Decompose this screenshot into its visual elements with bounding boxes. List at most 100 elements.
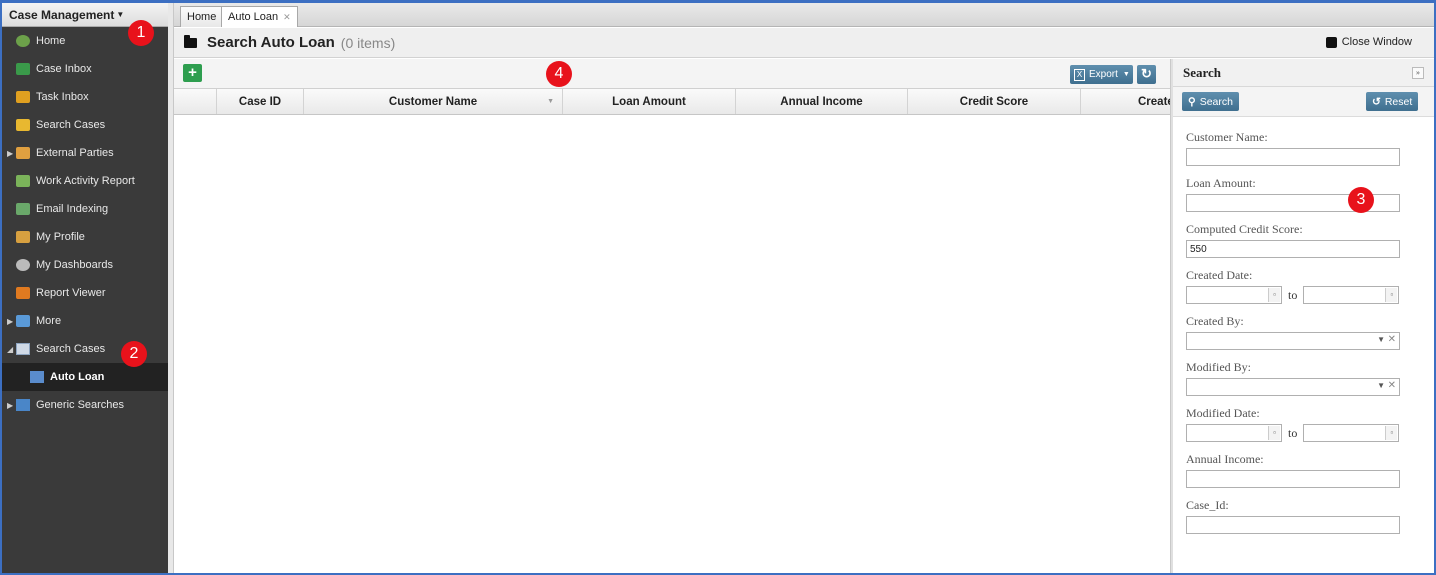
user-icon bbox=[16, 231, 30, 243]
export-button[interactable]: X Export ▼ bbox=[1070, 65, 1133, 84]
sidebar-item-label: External Parties bbox=[36, 147, 114, 159]
sidebar-item-external-parties[interactable]: ▶ External Parties bbox=[2, 139, 168, 167]
sidebar-item-generic-searches[interactable]: ▶ Generic Searches bbox=[2, 391, 168, 419]
tab-bar: Home Auto Loan ✕ bbox=[174, 3, 1434, 27]
sidebar-item-label: Report Viewer bbox=[36, 287, 106, 299]
column-label: Case ID bbox=[238, 96, 282, 108]
email-icon bbox=[16, 203, 30, 215]
column-loan-amount[interactable]: Loan Amount bbox=[563, 89, 736, 114]
sidebar-item-work-activity-report[interactable]: Work Activity Report bbox=[2, 167, 168, 195]
inbox-icon bbox=[16, 63, 30, 75]
calendar-icon[interactable]: ▫ bbox=[1268, 288, 1280, 302]
created-date-to[interactable]: ▫ bbox=[1303, 286, 1400, 304]
tab-label: Auto Loan bbox=[228, 11, 279, 23]
tree-expand-icon[interactable]: ▶ bbox=[7, 317, 13, 326]
modified-date-range: ▫ to ▫ bbox=[1186, 424, 1434, 442]
modified-date-to[interactable]: ▫ bbox=[1303, 424, 1400, 442]
item-count: (0 items) bbox=[340, 34, 396, 51]
modified-by-label: Modified By: bbox=[1186, 360, 1251, 374]
sidebar-item-case-inbox[interactable]: Case Inbox bbox=[2, 55, 168, 83]
column-label: Loan Amount bbox=[612, 96, 686, 108]
tree-expand-icon[interactable]: ▶ bbox=[7, 149, 13, 158]
sidebar-item-more[interactable]: ▶ More bbox=[2, 307, 168, 335]
sidebar-item-my-dashboards[interactable]: My Dashboards bbox=[2, 251, 168, 279]
callout-badge-1: 1 bbox=[128, 20, 154, 46]
clear-icon[interactable]: ✕ bbox=[1388, 334, 1396, 345]
sidebar-item-label: Case Inbox bbox=[36, 63, 92, 75]
grid-toolbar: + X Export ▼ ↻ bbox=[174, 59, 1170, 88]
tab-home[interactable]: Home bbox=[180, 6, 224, 27]
sidebar-item-report-viewer[interactable]: Report Viewer bbox=[2, 279, 168, 307]
reset-button-label: Reset bbox=[1384, 95, 1413, 108]
annual-income-input[interactable] bbox=[1186, 470, 1400, 488]
form-icon bbox=[30, 371, 44, 383]
sidebar-item-label: Search Cases bbox=[36, 343, 106, 355]
sidebar-item-label: Email Indexing bbox=[36, 203, 109, 215]
column-annual-income[interactable]: Annual Income bbox=[736, 89, 908, 114]
sidebar-item-label: Search Cases bbox=[36, 119, 106, 131]
credit-score-input[interactable] bbox=[1186, 240, 1400, 258]
sidebar-item-email-indexing[interactable]: Email Indexing bbox=[2, 195, 168, 223]
to-label: to bbox=[1288, 287, 1298, 302]
customer-name-input[interactable] bbox=[1186, 148, 1400, 166]
collapse-panel-icon[interactable]: » bbox=[1412, 67, 1424, 79]
created-date-from[interactable]: ▫ bbox=[1186, 286, 1282, 304]
modified-by-select[interactable]: ▼ ✕ bbox=[1186, 378, 1400, 396]
column-created[interactable]: Created bbox=[1081, 89, 1170, 114]
customer-name-label: Customer Name: bbox=[1186, 130, 1268, 144]
column-select[interactable] bbox=[174, 89, 217, 114]
calendar-icon[interactable]: ▫ bbox=[1385, 426, 1398, 440]
column-credit-score[interactable]: Credit Score bbox=[908, 89, 1081, 114]
sidebar-item-label: More bbox=[36, 315, 62, 327]
grid-body bbox=[174, 115, 1170, 573]
created-date-range: ▫ to ▫ bbox=[1186, 286, 1434, 304]
created-by-select[interactable]: ▼ ✕ bbox=[1186, 332, 1400, 350]
report-icon bbox=[16, 287, 30, 299]
tab-auto-loan[interactable]: Auto Loan ✕ bbox=[221, 6, 298, 27]
magnifier-icon: ⚲ bbox=[1188, 95, 1196, 108]
chevron-down-icon[interactable]: ▼ bbox=[1377, 381, 1385, 390]
sort-icon[interactable]: ▼ bbox=[547, 98, 554, 105]
loan-amount-label: Loan Amount: bbox=[1186, 176, 1256, 190]
calendar-icon[interactable]: ▫ bbox=[1268, 426, 1280, 440]
caret-down-icon: ▼ bbox=[1122, 71, 1130, 78]
clear-icon[interactable]: ✕ bbox=[1388, 380, 1396, 391]
sidebar-item-task-inbox[interactable]: Task Inbox bbox=[2, 83, 168, 111]
code-icon bbox=[16, 315, 30, 327]
export-label: Export bbox=[1089, 69, 1118, 80]
chart-icon bbox=[16, 399, 30, 411]
sidebar-header-label: Case Management bbox=[9, 7, 115, 22]
sidebar-item-auto-loan[interactable]: Auto Loan bbox=[2, 363, 168, 391]
close-window-icon bbox=[1325, 36, 1337, 48]
search-panel-header: Search » bbox=[1173, 59, 1434, 87]
case-id-label: Case_Id: bbox=[1186, 498, 1229, 512]
search-panel: Search » ⚲ Search ↺ Reset Customer Name:… bbox=[1173, 59, 1434, 573]
sidebar-item-my-profile[interactable]: My Profile bbox=[2, 223, 168, 251]
add-case-button[interactable]: + bbox=[183, 64, 202, 82]
calendar-icon[interactable]: ▫ bbox=[1385, 288, 1398, 302]
column-label: Created bbox=[1138, 96, 1170, 108]
dashboard-icon bbox=[16, 259, 30, 271]
close-window-button[interactable]: Close Window bbox=[1325, 36, 1412, 48]
callout-badge-3: 3 bbox=[1348, 187, 1374, 213]
column-customer-name[interactable]: Customer Name ▼ bbox=[304, 89, 563, 114]
tree-collapse-icon: ◢ bbox=[7, 344, 14, 354]
refresh-button[interactable]: ↻ bbox=[1137, 65, 1156, 84]
sidebar-item-label: Auto Loan bbox=[50, 371, 105, 383]
sidebar-item-search-cases[interactable]: Search Cases bbox=[2, 111, 168, 139]
search-fields: Customer Name: Loan Amount: Computed Cre… bbox=[1173, 130, 1434, 534]
chevron-down-icon[interactable]: ▼ bbox=[1377, 335, 1385, 344]
search-button[interactable]: ⚲ Search bbox=[1182, 92, 1239, 111]
column-case-id[interactable]: Case ID bbox=[217, 89, 304, 114]
sidebar-item-label: Task Inbox bbox=[36, 91, 89, 103]
modified-date-from[interactable]: ▫ bbox=[1186, 424, 1282, 442]
page-title-bar: Search Auto Loan (0 items) Close Window bbox=[174, 28, 1434, 58]
close-tab-icon[interactable]: ✕ bbox=[283, 12, 291, 23]
list-icon bbox=[16, 343, 30, 355]
case-id-input[interactable] bbox=[1186, 516, 1400, 534]
search-panel-actions: ⚲ Search ↺ Reset bbox=[1173, 87, 1434, 117]
reset-button[interactable]: ↺ Reset bbox=[1366, 92, 1419, 111]
folder-icon bbox=[184, 34, 197, 48]
created-date-label: Created Date: bbox=[1186, 268, 1253, 282]
globe-icon bbox=[16, 35, 30, 47]
